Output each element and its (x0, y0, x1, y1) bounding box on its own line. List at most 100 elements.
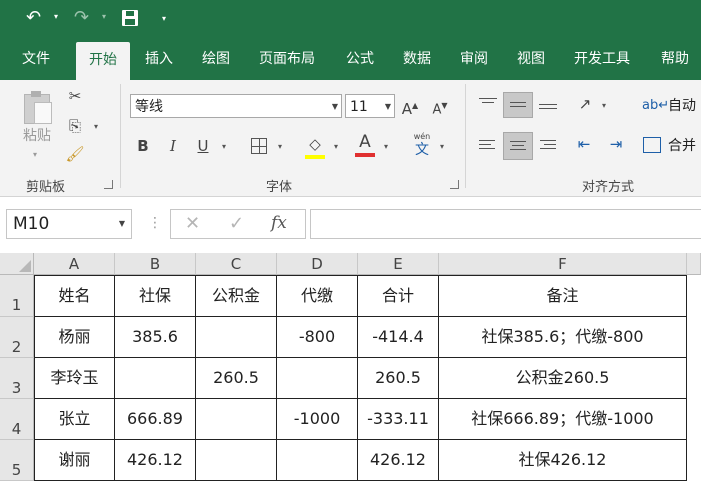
row-header-4[interactable]: 4 (0, 399, 34, 440)
enter-icon[interactable]: ✓ (229, 213, 244, 234)
align-left-icon[interactable] (478, 138, 498, 154)
cell-c4[interactable] (196, 399, 277, 440)
tab-file[interactable]: 文件 (22, 38, 50, 80)
wrap-text-button[interactable]: 自动 (668, 96, 696, 116)
column-header-a[interactable]: A (34, 253, 115, 275)
cell-a3[interactable]: 李玲玉 (34, 358, 115, 399)
tab-data[interactable]: 数据 (403, 38, 431, 80)
orientation-dropdown-icon[interactable]: ▾ (602, 101, 606, 110)
undo-dropdown-icon[interactable]: ▾ (54, 12, 58, 21)
cell-c3[interactable]: 260.5 (196, 358, 277, 399)
increase-font-size-icon[interactable]: A▲ (400, 96, 420, 119)
name-box[interactable]: M10 ▼ (6, 209, 132, 239)
formula-input[interactable] (310, 209, 701, 239)
cell-d4[interactable]: -1000 (277, 399, 358, 440)
cell-e5[interactable]: 426.12 (358, 440, 439, 481)
borders-dropdown-icon[interactable]: ▾ (278, 142, 282, 151)
cell-f2[interactable]: 社保385.6；代缴-800 (439, 317, 687, 358)
cell-f3[interactable]: 公积金260.5 (439, 358, 687, 399)
cell-f5[interactable]: 社保426.12 (439, 440, 687, 481)
undo-icon[interactable]: ↶ (26, 6, 41, 30)
clipboard-launcher-icon[interactable] (104, 180, 113, 189)
align-right-icon[interactable] (538, 138, 558, 154)
cell-a1[interactable]: 姓名 (34, 275, 115, 317)
tab-draw[interactable]: 绘图 (202, 38, 230, 80)
font-name-combo[interactable]: 等线 ▼ (130, 94, 342, 118)
cell-a2[interactable]: 杨丽 (34, 317, 115, 358)
cell-d5[interactable] (277, 440, 358, 481)
cell-a5[interactable]: 谢丽 (34, 440, 115, 481)
column-header-e[interactable]: E (358, 253, 439, 275)
paste-button[interactable]: 粘贴 (20, 126, 54, 146)
cell-d3[interactable] (277, 358, 358, 399)
tab-insert[interactable]: 插入 (145, 38, 173, 80)
cell-b3[interactable] (115, 358, 196, 399)
customize-qat-icon[interactable]: ▾ (162, 14, 166, 23)
borders-icon[interactable] (251, 138, 267, 154)
insert-function-icon[interactable]: fx (271, 213, 287, 233)
cell-a4[interactable]: 张立 (34, 399, 115, 440)
format-painter-icon[interactable]: 🖌 (64, 144, 86, 164)
drag-handle-icon[interactable]: ⋮ (148, 215, 162, 231)
copy-dropdown-icon[interactable]: ▾ (94, 122, 98, 131)
cell-b2[interactable]: 385.6 (115, 317, 196, 358)
cell-d1[interactable]: 代缴 (277, 275, 358, 317)
font-color-dropdown-icon[interactable]: ▾ (384, 142, 388, 151)
cell-e1[interactable]: 合计 (358, 275, 439, 317)
column-header-b[interactable]: B (115, 253, 196, 275)
italic-button[interactable]: I (164, 136, 182, 156)
phonetic-dropdown-icon[interactable]: ▾ (440, 142, 444, 151)
row-header-2[interactable]: 2 (0, 317, 34, 358)
bottom-align-icon[interactable] (538, 96, 558, 112)
tab-developer[interactable]: 开发工具 (574, 38, 630, 80)
orientation-icon[interactable]: ↗ (574, 94, 596, 114)
tab-view[interactable]: 视图 (517, 38, 545, 80)
row-header-3[interactable]: 3 (0, 358, 34, 399)
font-launcher-icon[interactable] (450, 180, 459, 189)
underline-button[interactable]: U (194, 136, 212, 156)
column-header-c[interactable]: C (196, 253, 277, 275)
font-color-icon[interactable]: A (354, 132, 376, 152)
column-header-d[interactable]: D (277, 253, 358, 275)
paste-dropdown-icon[interactable]: ▾ (33, 150, 37, 159)
underline-dropdown-icon[interactable]: ▾ (222, 142, 226, 151)
cell-e3[interactable]: 260.5 (358, 358, 439, 399)
cell-c5[interactable] (196, 440, 277, 481)
cell-c1[interactable]: 公积金 (196, 275, 277, 317)
paste-icon[interactable] (22, 90, 52, 124)
phonetic-guide-icon[interactable]: wén 文 (410, 132, 434, 160)
row-header-1[interactable]: 1 (0, 275, 34, 317)
tab-review[interactable]: 审阅 (460, 38, 488, 80)
wrap-text-icon[interactable]: ab↵ (642, 96, 669, 116)
align-center-button[interactable] (503, 132, 533, 160)
top-align-icon[interactable] (478, 96, 498, 110)
cell-e4[interactable]: -333.11 (358, 399, 439, 440)
tab-formulas[interactable]: 公式 (346, 38, 374, 80)
tab-page-layout[interactable]: 页面布局 (259, 38, 315, 80)
cut-icon[interactable]: ✂ (64, 86, 86, 106)
fill-color-dropdown-icon[interactable]: ▾ (334, 142, 338, 151)
column-header-f[interactable]: F (439, 253, 687, 275)
tab-help[interactable]: 帮助 (661, 38, 689, 80)
select-all-button[interactable] (0, 253, 34, 275)
tab-home[interactable]: 开始 (76, 42, 130, 80)
increase-indent-icon[interactable]: ⇥ (604, 134, 628, 154)
bold-button[interactable]: B (134, 136, 152, 156)
fill-color-icon[interactable]: ◇ (304, 134, 326, 154)
cell-b1[interactable]: 社保 (115, 275, 196, 317)
middle-align-button[interactable] (503, 92, 533, 118)
cell-b4[interactable]: 666.89 (115, 399, 196, 440)
cell-e2[interactable]: -414.4 (358, 317, 439, 358)
merge-center-button[interactable]: 合并 (668, 136, 696, 156)
cell-f4[interactable]: 社保666.89；代缴-1000 (439, 399, 687, 440)
cell-c2[interactable] (196, 317, 277, 358)
save-icon[interactable] (122, 10, 138, 26)
cancel-icon[interactable]: ✕ (185, 213, 200, 234)
cell-f1[interactable]: 备注 (439, 275, 687, 317)
row-header-5[interactable]: 5 (0, 440, 34, 481)
cell-d2[interactable]: -800 (277, 317, 358, 358)
decrease-indent-icon[interactable]: ⇤ (572, 134, 596, 154)
font-size-combo[interactable]: 11 ▼ (345, 94, 395, 118)
merge-center-icon[interactable] (643, 137, 661, 153)
copy-icon[interactable]: ⎘ (64, 116, 86, 136)
